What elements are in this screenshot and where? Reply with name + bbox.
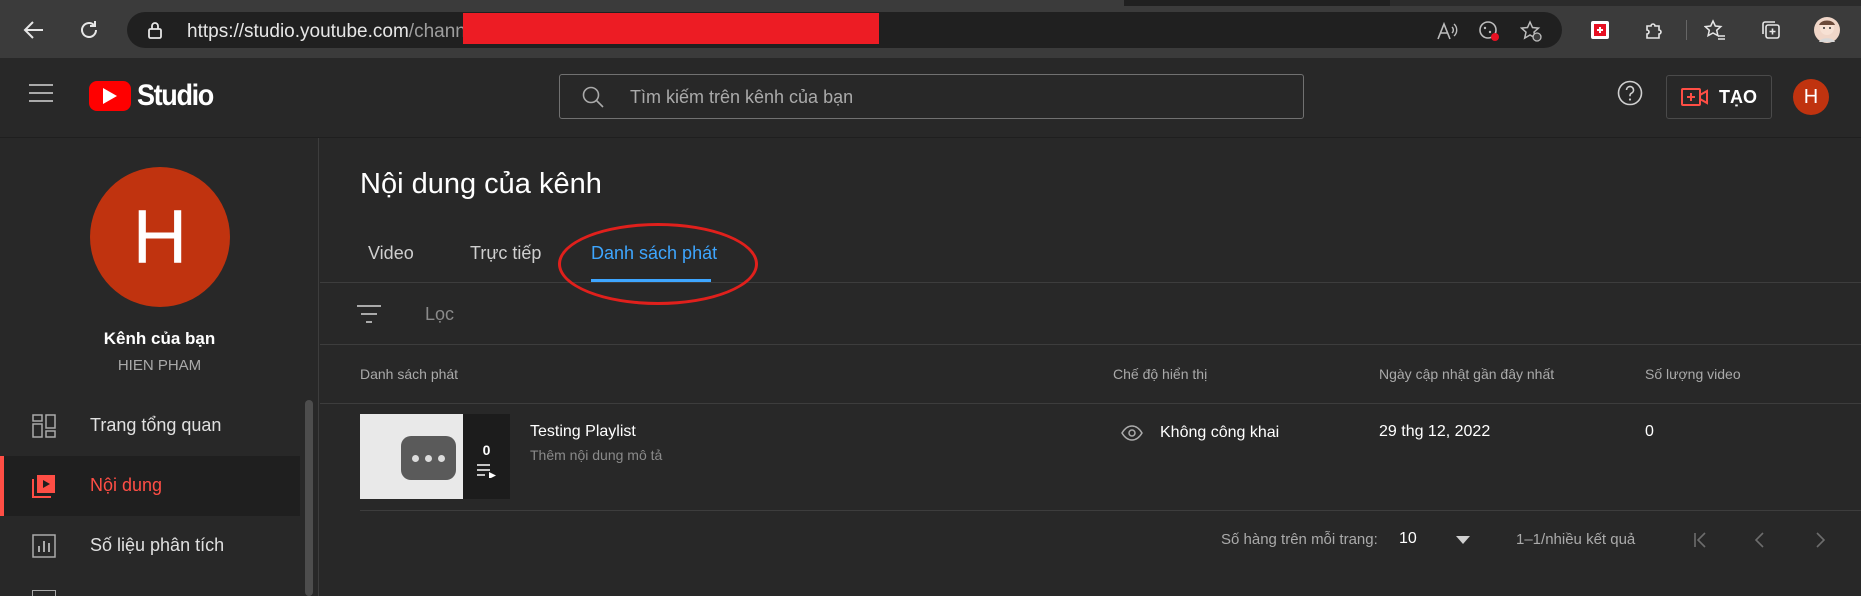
first-page-icon bbox=[1694, 532, 1706, 548]
extension-button[interactable] bbox=[1584, 14, 1616, 46]
first-page-button[interactable] bbox=[1689, 528, 1713, 552]
url-host: https://studio.youtube.com bbox=[187, 21, 409, 42]
profile-button[interactable] bbox=[1811, 14, 1843, 46]
studio-header: Studio TẠO H bbox=[0, 58, 1861, 138]
filter-divider bbox=[320, 344, 1861, 345]
collections-icon bbox=[1762, 21, 1780, 39]
playlist-description[interactable]: Thêm nội dung mô tả bbox=[530, 447, 662, 463]
sidebar-item-dashboard[interactable]: Trang tổng quan bbox=[0, 396, 300, 456]
filter-icon bbox=[357, 305, 381, 323]
row-divider bbox=[360, 510, 1861, 511]
extension-badge-icon bbox=[1591, 21, 1609, 39]
account-avatar[interactable]: H bbox=[1793, 79, 1829, 115]
search-input[interactable] bbox=[630, 85, 1270, 109]
active-indicator bbox=[0, 456, 4, 516]
updated-date: 29 thg 12, 2022 bbox=[1379, 423, 1491, 440]
create-button[interactable]: TẠO bbox=[1666, 75, 1772, 119]
chevron-right-icon bbox=[1816, 532, 1826, 548]
refresh-icon bbox=[81, 21, 97, 38]
refresh-button[interactable] bbox=[73, 14, 105, 46]
chevron-left-icon bbox=[1754, 532, 1764, 548]
read-aloud-icon bbox=[1437, 21, 1458, 40]
menu-button[interactable] bbox=[29, 84, 53, 102]
arrow-left-icon bbox=[23, 21, 43, 39]
add-favorite-button[interactable] bbox=[1519, 19, 1543, 43]
column-header-updated[interactable]: Ngày cập nhật gần đây nhất bbox=[1379, 366, 1554, 382]
browser-tab[interactable] bbox=[1390, 0, 1861, 6]
channel-avatar[interactable]: H bbox=[90, 167, 230, 307]
playlist-count-overlay: 0 bbox=[463, 414, 510, 499]
sidebar-item-label: Số liệu phân tích bbox=[90, 535, 225, 555]
table-row[interactable]: 0 Testing Playlist Thêm nội dung mô tả K… bbox=[320, 404, 1861, 509]
channel-name: HIEN PHAM bbox=[117, 357, 202, 374]
page-title: Nội dung của kênh bbox=[360, 168, 602, 200]
create-label: TẠO bbox=[1719, 86, 1757, 107]
sidebar-item-content[interactable]: Nội dung bbox=[0, 456, 300, 516]
youtube-play-icon bbox=[89, 81, 131, 111]
read-aloud-button[interactable] bbox=[1435, 19, 1459, 43]
url-text[interactable]: https://studio.youtube.com/channel bbox=[187, 21, 481, 43]
collections-button[interactable] bbox=[1755, 14, 1787, 46]
filter-input[interactable]: Lọc bbox=[425, 304, 454, 325]
tabs-divider bbox=[320, 282, 1861, 283]
column-header-playlist: Danh sách phát bbox=[360, 366, 459, 382]
next-page-button[interactable] bbox=[1808, 528, 1832, 552]
sidebar-scrollbar[interactable] bbox=[305, 400, 313, 596]
video-add-icon bbox=[1681, 88, 1708, 106]
sidebar-item-analytics[interactable]: Số liệu phân tích bbox=[0, 516, 300, 576]
content-icon bbox=[32, 475, 55, 498]
cookie-icon bbox=[1479, 21, 1499, 41]
back-button[interactable] bbox=[18, 14, 50, 46]
dashboard-icon bbox=[32, 414, 56, 438]
column-header-visibility: Chế độ hiển thị bbox=[1113, 366, 1208, 382]
column-header-video-count: Số lượng video bbox=[1645, 366, 1741, 382]
tab-video[interactable]: Video bbox=[368, 243, 414, 264]
dropdown-arrow-icon[interactable] bbox=[1456, 536, 1470, 544]
redaction-box bbox=[463, 13, 879, 44]
sidebar: H Kênh của bạn HIEN PHAM Trang tổng quan… bbox=[0, 138, 319, 596]
annotation-circle bbox=[558, 223, 758, 305]
main-content: Nội dung của kênh Video Trực tiếp Danh s… bbox=[320, 138, 1861, 596]
extensions-button[interactable] bbox=[1638, 14, 1670, 46]
help-button[interactable] bbox=[1617, 80, 1643, 106]
page-range: 1–1/nhiều kết quả bbox=[1516, 531, 1636, 548]
eye-icon bbox=[1121, 425, 1143, 441]
sidebar-next-item-icon bbox=[32, 590, 56, 596]
toolbar-divider bbox=[1686, 20, 1687, 40]
search-icon bbox=[582, 86, 604, 108]
browser-tab-active[interactable] bbox=[0, 0, 1124, 6]
more-icon bbox=[401, 436, 456, 480]
browser-toolbar: https://studio.youtube.com/channel bbox=[0, 0, 1861, 58]
profile-avatar-icon bbox=[1814, 17, 1840, 43]
sidebar-item-label: Trang tổng quan bbox=[90, 415, 222, 435]
studio-logo[interactable]: Studio bbox=[89, 79, 221, 113]
playlist-thumb-count: 0 bbox=[482, 442, 491, 458]
rows-per-page-select[interactable]: 10 bbox=[1399, 530, 1417, 548]
rows-per-page-label: Số hàng trên mỗi trang: bbox=[1221, 531, 1378, 548]
tracking-prevention-button[interactable] bbox=[1477, 19, 1501, 43]
logo-text: Studio bbox=[137, 79, 214, 112]
channel-search[interactable] bbox=[559, 74, 1304, 119]
visibility-value[interactable]: Không công khai bbox=[1160, 424, 1279, 442]
channel-title: Kênh của bạn bbox=[103, 329, 216, 348]
star-add-icon bbox=[1520, 20, 1542, 42]
address-bar[interactable]: https://studio.youtube.com/channel bbox=[127, 12, 1562, 48]
video-count: 0 bbox=[1645, 423, 1654, 440]
favorites-icon bbox=[1704, 19, 1725, 40]
tab-live[interactable]: Trực tiếp bbox=[470, 243, 541, 264]
lock-icon[interactable] bbox=[147, 21, 163, 39]
filter-button[interactable] bbox=[357, 304, 381, 324]
hamburger-icon bbox=[29, 84, 53, 102]
analytics-icon bbox=[32, 534, 56, 558]
sidebar-item-label: Nội dung bbox=[90, 475, 163, 495]
help-icon bbox=[1617, 80, 1643, 106]
puzzle-icon bbox=[1646, 23, 1662, 39]
favorites-button[interactable] bbox=[1699, 14, 1731, 46]
tab-strip bbox=[0, 0, 1861, 6]
playlist-title[interactable]: Testing Playlist bbox=[530, 423, 636, 441]
playlist-queue-icon bbox=[477, 464, 496, 478]
playlist-thumbnail[interactable]: 0 bbox=[360, 414, 510, 499]
prev-page-button[interactable] bbox=[1748, 528, 1772, 552]
